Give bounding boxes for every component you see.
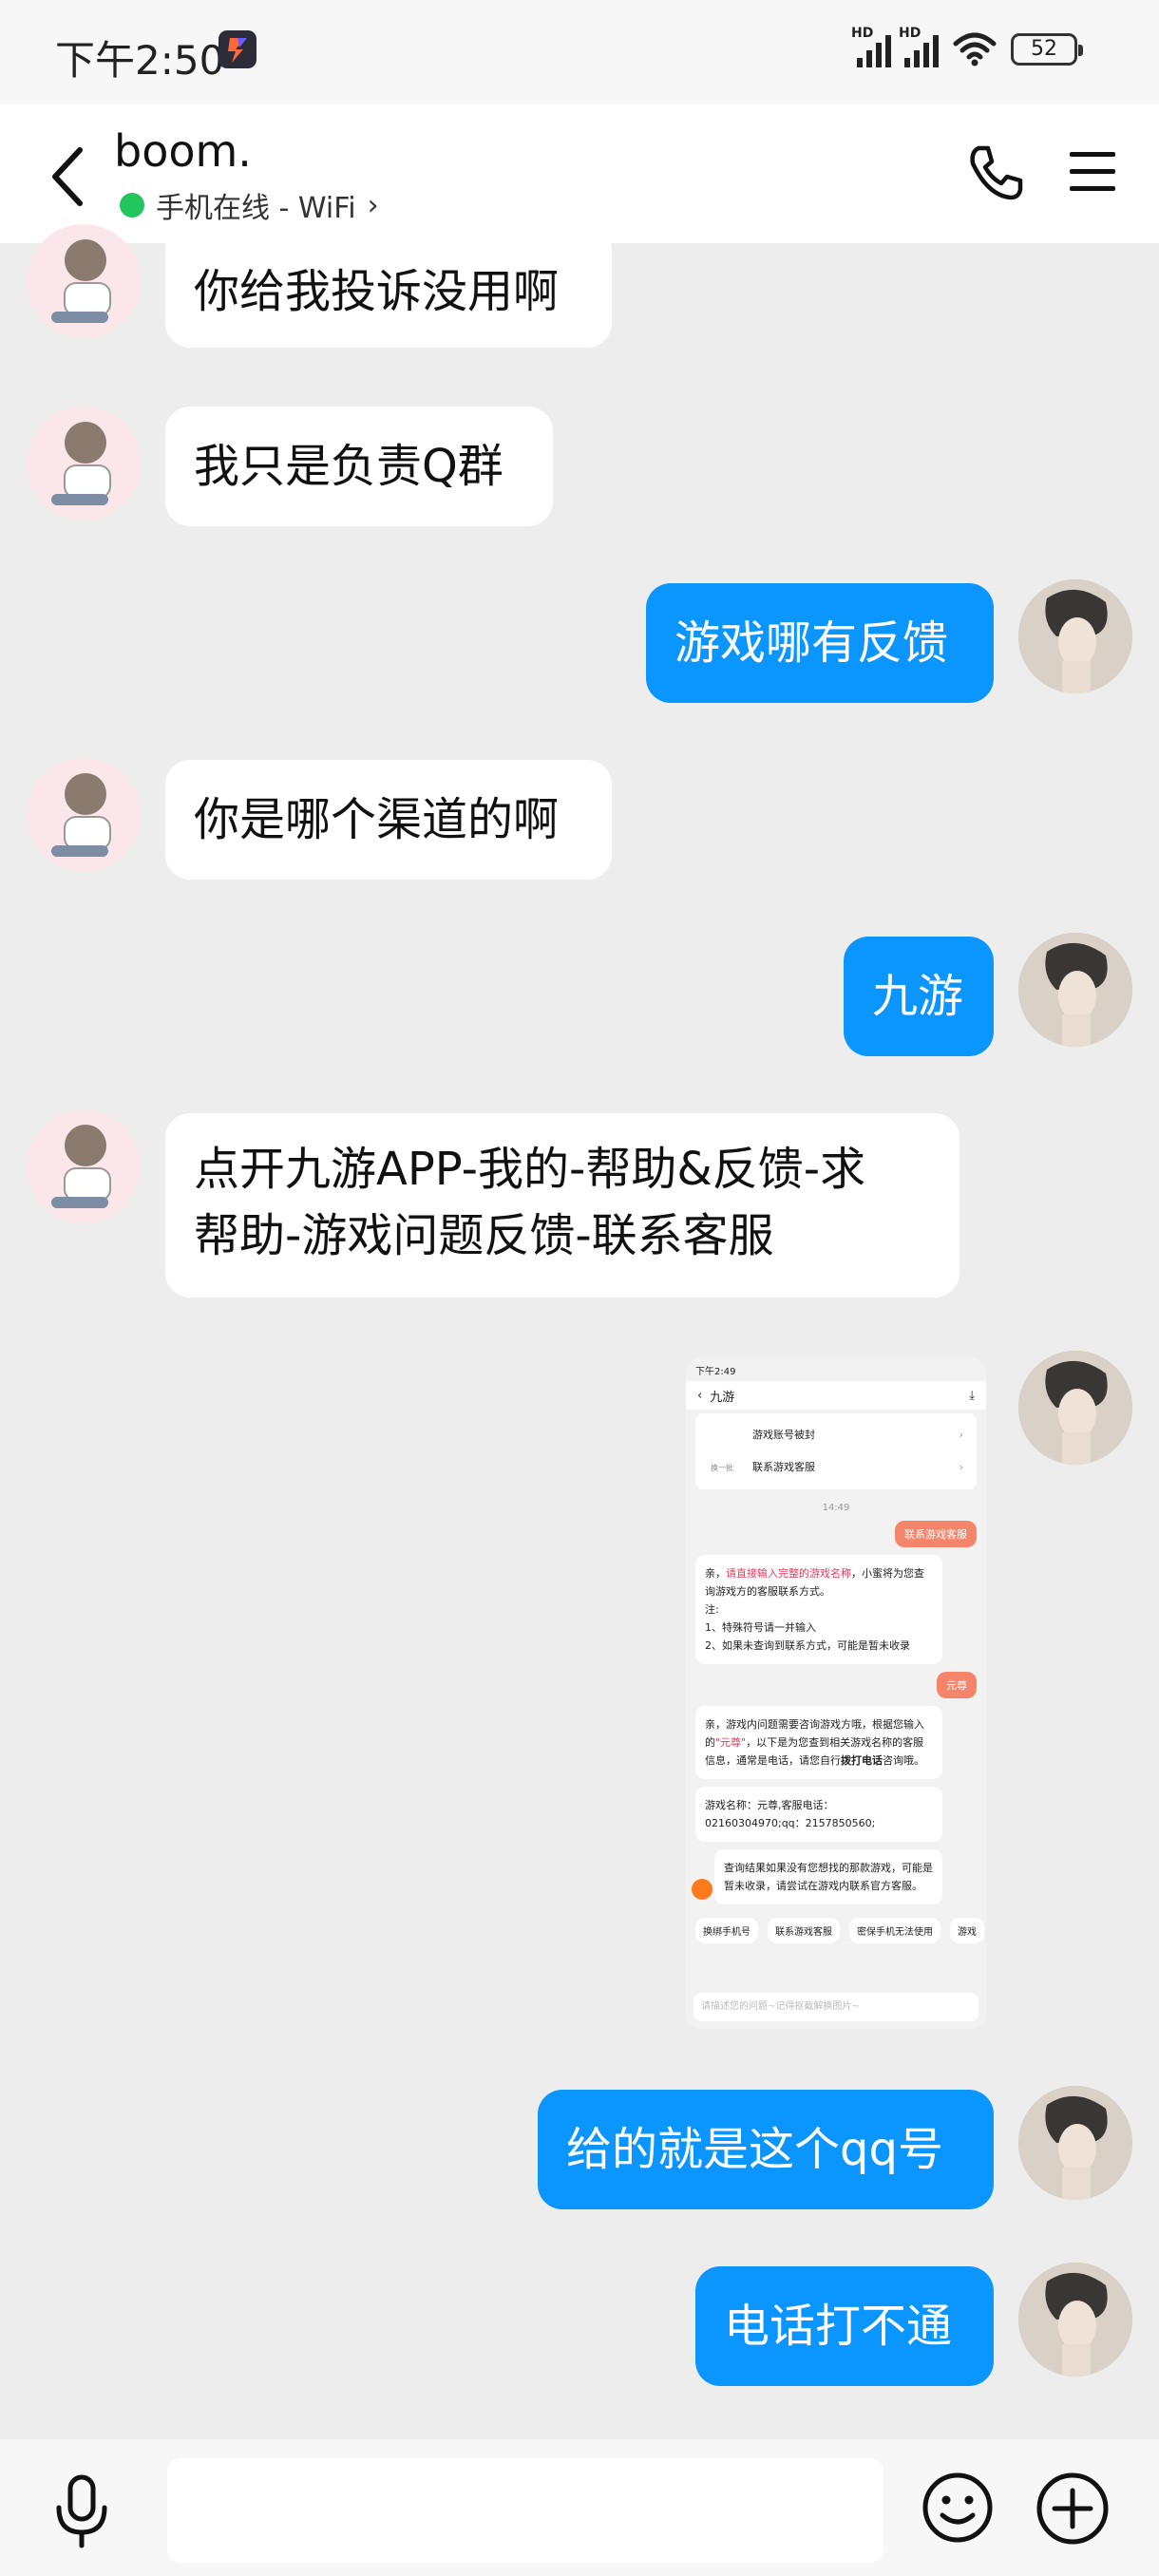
battery-icon: 52 [1011,33,1083,66]
contact-avatar[interactable] [27,224,141,338]
incoming-message[interactable]: 我只是负责Q群 [165,407,553,526]
chat-header: boom. 手机在线 - WiFi › [0,104,1159,243]
thumb-header: ‹ 九游 ⤓ [686,1381,986,1410]
input-bar [0,2439,1159,2576]
outgoing-message[interactable]: 给的就是这个qq号 [538,2090,994,2209]
status-time: 下午2:50 [55,37,225,84]
online-status-text: 手机在线 - WiFi [156,192,356,225]
message-input[interactable] [167,2458,884,2563]
signal-icon: HD [851,26,891,67]
message-text-line: 帮助-游戏问题反馈-联系客服 [194,1209,774,1262]
message-text: 游戏哪有反馈 [674,616,949,670]
contact-avatar[interactable] [27,1109,141,1223]
incoming-message[interactable]: 点开九游APP-我的-帮助&反馈-求 帮助-游戏问题反馈-联系客服 [165,1113,960,1297]
plus-icon[interactable] [1036,2472,1110,2546]
app-icon [218,30,256,68]
message-text: 给的就是这个qq号 [566,2123,943,2176]
my-avatar[interactable] [1018,579,1132,693]
message-text: 九游 [872,970,964,1023]
chat-title[interactable]: boom. [114,125,252,177]
incoming-message[interactable]: 你是哪个渠道的啊 [165,760,612,880]
contact-avatar[interactable] [27,758,141,872]
outgoing-message[interactable]: 九游 [844,937,994,1056]
message-text: 你是哪个渠道的啊 [194,793,560,846]
online-dot-icon [120,193,144,218]
thumb-status-bar: 下午2:49 [695,1366,736,1377]
signal-icon-2: HD [899,26,939,67]
mic-icon[interactable] [48,2473,116,2549]
my-avatar[interactable] [1018,933,1132,1047]
outgoing-message[interactable]: 电话打不通 [695,2266,994,2386]
menu-icon[interactable] [1068,150,1117,194]
outgoing-message[interactable]: 游戏哪有反馈 [646,583,994,703]
chevron-right-icon: › [367,188,379,222]
robot-avatar-icon [692,1879,712,1900]
incoming-message[interactable]: 你给我投诉没用啊 [165,224,612,348]
wifi-icon [953,32,997,66]
my-avatar[interactable] [1018,2263,1132,2377]
thumb-menu-card: 游戏账号被封 联系游戏客服 换一批 [695,1413,977,1489]
phone-icon[interactable] [965,142,1026,203]
message-text: 我只是负责Q群 [194,440,504,493]
contact-avatar[interactable] [27,407,141,521]
emoji-icon[interactable] [922,2472,994,2544]
online-status[interactable]: 手机在线 - WiFi › [120,184,379,226]
message-text: 你给我投诉没用啊 [194,265,560,318]
my-avatar[interactable] [1018,2086,1132,2200]
back-icon[interactable] [38,139,104,215]
message-text: 电话打不通 [724,2300,953,2353]
message-text-line: 点开九游APP-我的-帮助&反馈-求 [194,1143,866,1196]
status-bar: 下午2:50 HD HD 52 [0,0,1159,104]
shared-screenshot-image[interactable]: 下午2:49 ‹九游 ⤓ 游戏账号被封 联系游戏客服 换一批 14:49 联系游… [686,1358,986,2029]
my-avatar[interactable] [1018,1351,1132,1465]
